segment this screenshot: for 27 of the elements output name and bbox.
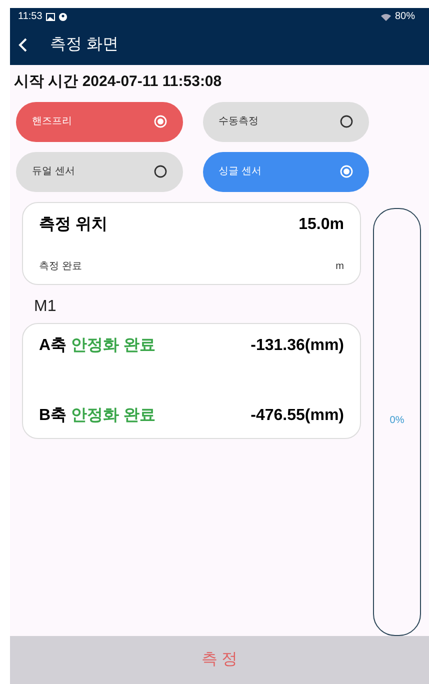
option-toggle[interactable]: 핸즈프리 [16,102,182,142]
axis-value: -131.36(mm) [250,336,344,356]
position-label: 측정 위치 [39,214,108,234]
back-icon[interactable] [18,38,28,52]
battery-level: 80% [394,10,415,24]
axis-status: A축 안정화 완료 [39,336,156,356]
start-time: 시작 시간 2024-07-11 11:53:08 [14,73,222,90]
position-value: 15.0m [298,214,344,234]
option-toggle[interactable]: 수동측정 [202,102,369,142]
unit-label: m [336,260,344,274]
wifi-icon [380,12,391,20]
section-title: M1 [34,298,56,314]
progress-reading: 0% [388,414,406,428]
radio-icon [340,165,353,178]
measure-button[interactable]: 측 정 [10,636,429,684]
axis-value: -476.55(mm) [250,406,344,426]
option-toggle[interactable]: 듀얼 센서 [16,152,182,192]
measure-status: 측정 완료 [39,260,82,274]
option-toggle[interactable]: 싱글 센서 [202,152,369,192]
screen-title: 측정 화면 [50,35,118,55]
radio-icon [154,115,166,128]
image-icon [46,12,56,20]
account-icon [59,12,68,20]
radio-icon [340,115,353,128]
status-time: 11:53 [18,10,42,24]
radio-icon [154,165,166,178]
axis-status: B축 안정화 완료 [39,406,156,426]
